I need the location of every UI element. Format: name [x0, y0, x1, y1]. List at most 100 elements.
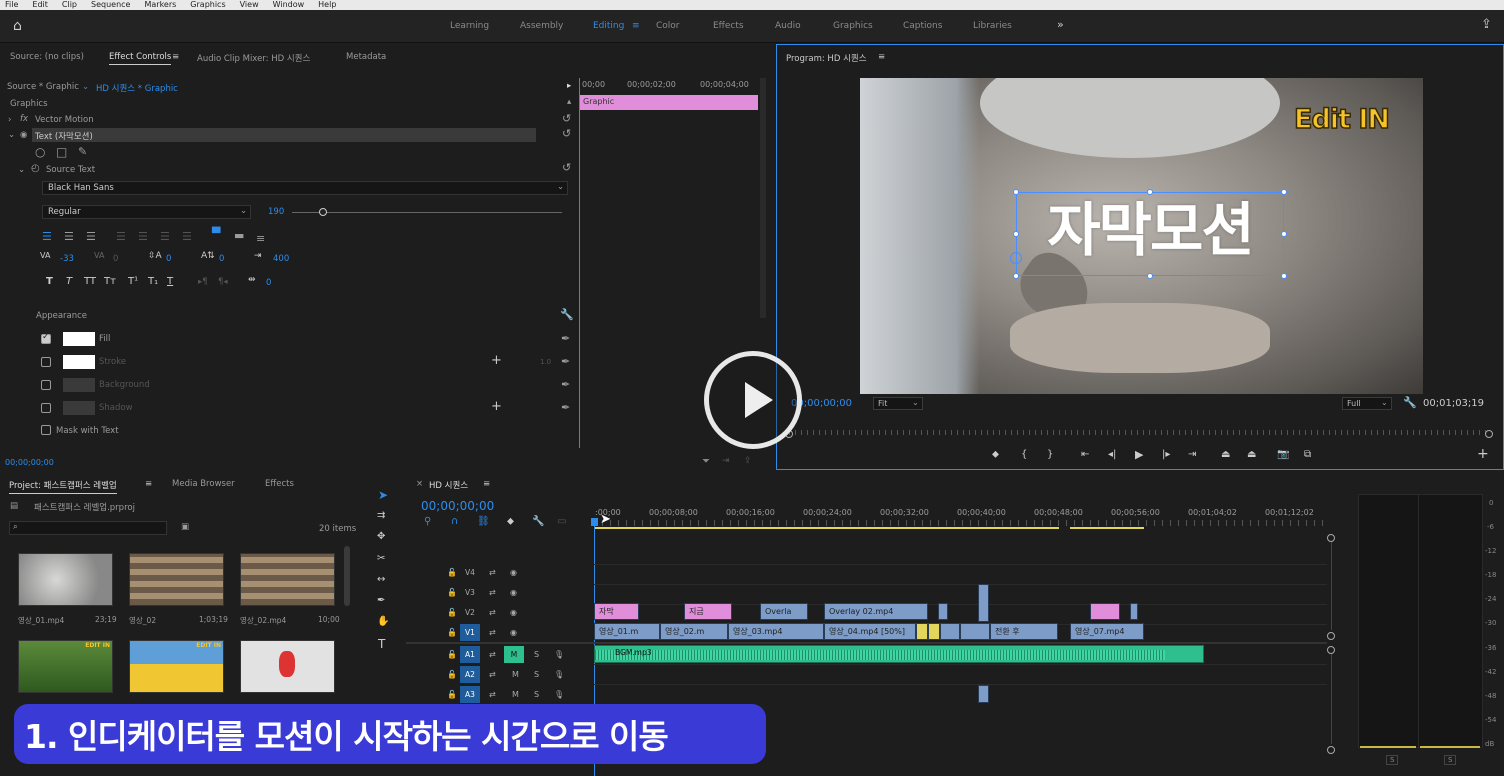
snap-icon[interactable]: ∩: [451, 516, 458, 527]
selection-tool-icon[interactable]: ➤: [378, 488, 388, 502]
collapse-icon[interactable]: ⌄: [8, 130, 15, 140]
superscript-icon[interactable]: T¹: [128, 276, 138, 287]
eyedropper-icon[interactable]: ✒: [561, 332, 570, 345]
align-left-icon[interactable]: ☰: [42, 230, 52, 243]
step-forward-icon[interactable]: |▸: [1162, 449, 1170, 460]
mute-button[interactable]: M: [512, 690, 519, 699]
ec-scrollbar[interactable]: [760, 78, 766, 318]
v1-clip[interactable]: 영상_03.mp4: [728, 623, 824, 640]
v1-clip[interactable]: [960, 623, 990, 640]
mark-in-icon[interactable]: {: [1021, 449, 1027, 460]
track-label-v3[interactable]: V3: [460, 584, 480, 601]
sync-lock-icon[interactable]: ⇄: [489, 690, 496, 699]
sync-lock-icon[interactable]: ⇄: [489, 608, 496, 617]
mute-button[interactable]: M: [512, 670, 519, 679]
menu-window[interactable]: Window: [273, 0, 305, 10]
anchor-point-icon[interactable]: [1010, 252, 1022, 264]
mute-button[interactable]: M: [504, 646, 524, 663]
program-ruler[interactable]: [789, 430, 1491, 435]
subscript-icon[interactable]: T₁: [148, 276, 158, 287]
tab-project[interactable]: Project: 패스트캠퍼스 레벨업: [9, 479, 117, 494]
v1-clip[interactable]: 전환 후: [990, 623, 1058, 640]
ripple-edit-tool-icon[interactable]: ✥: [377, 531, 385, 542]
lock-icon[interactable]: 🔓: [447, 650, 457, 659]
rect-mask-icon[interactable]: □: [56, 145, 67, 159]
slip-tool-icon[interactable]: ↔: [377, 574, 385, 585]
work-area-bar[interactable]: [1070, 527, 1144, 529]
sequence-tab[interactable]: HD 시퀀스: [429, 479, 468, 491]
justify-icon[interactable]: ☰: [138, 230, 148, 243]
font-dropdown[interactable]: Black Han Sans ⌄: [42, 181, 568, 195]
workspace-audio[interactable]: Audio: [775, 21, 801, 31]
text-layer-row[interactable]: [32, 128, 536, 142]
track-label-a1[interactable]: A1: [460, 646, 480, 663]
justify-icon[interactable]: ☰: [160, 230, 170, 243]
share-icon[interactable]: ⇪: [744, 456, 752, 466]
eye-icon[interactable]: ◉: [510, 568, 517, 577]
track-label-a3[interactable]: A3: [460, 686, 480, 703]
share-icon[interactable]: ⇪: [1481, 17, 1492, 32]
thumbnail-5[interactable]: EDIT IN: [129, 640, 224, 693]
small-caps-icon[interactable]: Tт: [104, 276, 116, 287]
eye-icon[interactable]: ◉: [510, 628, 517, 637]
tab-media-browser[interactable]: Media Browser: [172, 479, 235, 489]
tracking-zero-value[interactable]: 0: [113, 254, 118, 264]
scroll-handle[interactable]: [1327, 534, 1335, 542]
reset-icon[interactable]: ↺: [562, 127, 571, 140]
rtl-icon[interactable]: ▸¶: [198, 277, 208, 287]
play-only-icon[interactable]: ▸: [567, 81, 571, 91]
text-layer-label[interactable]: Text (자막모션): [35, 130, 93, 142]
vertical-scrollbar[interactable]: [1331, 654, 1332, 744]
type-tool-icon[interactable]: T: [378, 637, 385, 651]
workspace-assembly[interactable]: Assembly: [520, 21, 563, 31]
v1-clip[interactable]: 영상_07.mp4: [1070, 623, 1144, 640]
solo-right-button[interactable]: S: [1444, 755, 1457, 765]
thumbnail-1[interactable]: [18, 553, 113, 606]
menu-edit[interactable]: Edit: [32, 0, 48, 10]
lock-icon[interactable]: 🔓: [447, 690, 457, 699]
timeline-ruler-ticks[interactable]: [594, 520, 1328, 526]
v2-clip[interactable]: [1090, 603, 1120, 620]
italic-icon[interactable]: T: [66, 276, 72, 287]
eye-icon[interactable]: ◉: [20, 130, 27, 140]
v1-clip[interactable]: 영상_02.m: [660, 623, 728, 640]
leading-value[interactable]: 0: [166, 254, 171, 264]
lock-icon[interactable]: 🔓: [447, 628, 457, 637]
tab-source[interactable]: Source: (no clips): [10, 52, 84, 62]
scroll-handle[interactable]: [1327, 632, 1335, 640]
project-search-input[interactable]: ⌕: [9, 521, 167, 535]
justify-icon[interactable]: ☰: [116, 230, 126, 243]
handle-mr[interactable]: [1281, 231, 1287, 237]
workspace-graphics[interactable]: Graphics: [833, 21, 873, 31]
handle-tl[interactable]: [1013, 189, 1019, 195]
bold-icon[interactable]: T: [46, 276, 53, 287]
workspace-menu-icon[interactable]: ≡: [632, 21, 640, 31]
add-marker-icon[interactable]: ⬥: [992, 449, 999, 460]
a1-clip-bgm[interactable]: BGM.mp3: [594, 645, 1204, 663]
solo-button[interactable]: S: [534, 650, 539, 659]
panel-menu-icon[interactable]: ≡: [145, 479, 152, 489]
track-label-v2[interactable]: V2: [460, 604, 480, 621]
lift-icon[interactable]: ⏏: [1221, 449, 1230, 460]
stopwatch-icon[interactable]: ◴: [31, 163, 40, 174]
tab-metadata[interactable]: Metadata: [346, 52, 386, 62]
scroll-handle[interactable]: [1327, 746, 1335, 754]
track-label-a2[interactable]: A2: [460, 666, 480, 683]
reset-icon[interactable]: ↺: [562, 161, 571, 174]
all-caps-icon[interactable]: TT: [84, 276, 96, 287]
menu-markers[interactable]: Markers: [144, 0, 176, 10]
solo-button[interactable]: S: [534, 690, 539, 699]
tab-effects[interactable]: Effects: [265, 479, 294, 489]
export-icon[interactable]: ⇥: [722, 456, 730, 466]
panel-menu-icon[interactable]: ≡: [483, 479, 490, 489]
menu-help[interactable]: Help: [318, 0, 336, 10]
handle-ml[interactable]: [1013, 231, 1019, 237]
v1-clip[interactable]: [940, 623, 960, 640]
more-workspaces-icon[interactable]: »: [1057, 18, 1064, 31]
add-shadow-icon[interactable]: +: [491, 399, 502, 414]
wrench-icon[interactable]: 🔧: [1403, 396, 1417, 409]
v2-clip-overlay[interactable]: Overla: [760, 603, 808, 620]
eyedropper-icon[interactable]: ✒: [561, 355, 570, 368]
playhead-head[interactable]: [591, 518, 598, 526]
v2-clip-caption[interactable]: 지금: [684, 603, 732, 620]
